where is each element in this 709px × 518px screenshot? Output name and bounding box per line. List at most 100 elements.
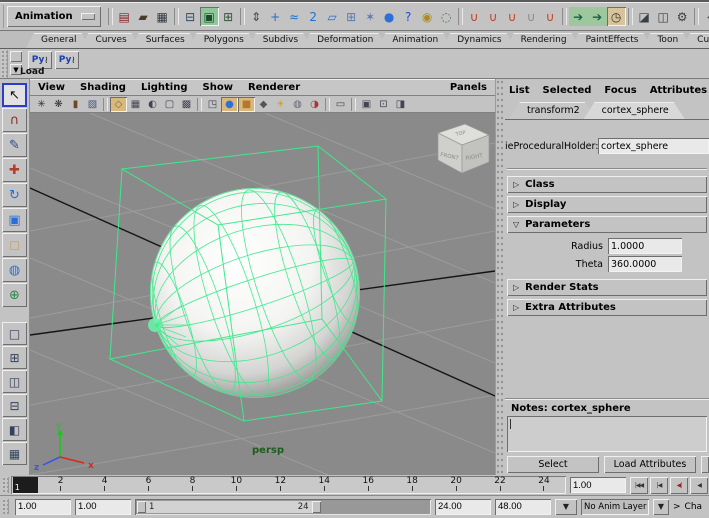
separator-handle[interactable]: [457, 8, 463, 25]
range-slider-bar[interactable]: 1 24: [137, 500, 321, 513]
anim-layer-dropdown-arrow[interactable]: ▼: [653, 498, 669, 515]
shelf-tab-painteffects[interactable]: PaintEffects: [571, 33, 652, 48]
construction-history-icon[interactable]: ◷: [606, 7, 626, 26]
current-time-field[interactable]: [570, 477, 626, 493]
range-start-handle[interactable]: [137, 500, 146, 513]
snap-to-points-icon[interactable]: ∪: [503, 7, 522, 26]
help-icon[interactable]: ?: [399, 7, 418, 26]
shelf-tab-curves[interactable]: Curves: [80, 33, 139, 48]
shelf-grip[interactable]: [1, 50, 8, 78]
universal-manipulator-tool[interactable]: ◻: [2, 233, 27, 257]
select-surfaces-mask-icon[interactable]: 2: [304, 7, 323, 26]
scale-tool[interactable]: ▣: [2, 208, 27, 232]
select-object-icon[interactable]: ▣: [199, 7, 219, 26]
go-to-start-button[interactable]: |◀◀: [630, 476, 648, 494]
three-pane-layout-button[interactable]: ◧: [2, 418, 27, 441]
material-icon[interactable]: ◆: [255, 97, 272, 112]
make-live-icon[interactable]: ∪: [541, 7, 560, 26]
lock-selection-icon[interactable]: ◉: [418, 7, 437, 26]
range-options-dropdown[interactable]: ▼: [555, 498, 577, 515]
separator-handle[interactable]: [351, 98, 356, 111]
stacked-layout-button[interactable]: ⊟: [2, 394, 27, 417]
select-curves-mask-icon[interactable]: ≈: [285, 7, 304, 26]
select-button[interactable]: Select: [507, 456, 599, 473]
timeline-ruler[interactable]: 1 2 4 6 8 10 12 14 16 18 20 22 24: [10, 476, 566, 494]
section-display[interactable]: ▷ Display: [507, 196, 707, 213]
step-back-key-button[interactable]: ◀|: [670, 476, 688, 494]
current-frame-indicator[interactable]: 1: [12, 477, 38, 493]
shelf-tab-deformation[interactable]: Deformation: [302, 33, 386, 48]
smooth-shade-icon[interactable]: ▦: [127, 97, 144, 112]
focus-menu[interactable]: Focus: [604, 85, 636, 96]
four-pane-layout-button[interactable]: ⊞: [2, 346, 27, 369]
shelf-tab-subdivs[interactable]: Subdivs: [248, 33, 311, 48]
select-camera-icon[interactable]: ✳: [33, 97, 50, 112]
new-scene-icon[interactable]: ▤: [115, 7, 134, 26]
section-render-stats[interactable]: ▷ Render Stats: [507, 279, 707, 296]
input-connections-icon[interactable]: ➔: [568, 7, 588, 26]
bounding-box-icon[interactable]: ▢: [161, 97, 178, 112]
separator-handle[interactable]: [693, 8, 699, 25]
shelf-tab-surfaces[interactable]: Surfaces: [131, 33, 198, 48]
wireframe-mode-icon[interactable]: ◇: [110, 97, 127, 112]
side-by-side-layout-button[interactable]: ◫: [2, 370, 27, 393]
play-backwards-button[interactable]: ◀: [690, 476, 708, 494]
separator-handle[interactable]: [197, 98, 202, 111]
isolate-select-icon[interactable]: ▭: [332, 97, 349, 112]
use-all-lights-icon[interactable]: ◳: [204, 97, 221, 112]
rangeslider-grip[interactable]: [2, 499, 9, 514]
animation-start-field[interactable]: [15, 498, 71, 515]
view-menu[interactable]: View: [38, 82, 65, 93]
resolution-gate-icon[interactable]: ▣: [358, 97, 375, 112]
range-end-handle[interactable]: [311, 500, 321, 513]
camera-attributes-icon[interactable]: ❋: [50, 97, 67, 112]
select-component-icon[interactable]: ⊞: [219, 7, 238, 26]
separator-handle[interactable]: [107, 8, 113, 25]
separator-handle[interactable]: [627, 8, 633, 25]
section-class[interactable]: ▷ Class: [507, 176, 707, 193]
radius-field[interactable]: [608, 238, 682, 254]
move-tool[interactable]: ✚: [2, 158, 27, 182]
load-attributes-button[interactable]: Load Attributes: [604, 456, 696, 473]
xray-icon[interactable]: ◍: [289, 97, 306, 112]
show-menu[interactable]: Show: [203, 82, 233, 93]
image-plane-icon[interactable]: ▧: [84, 97, 101, 112]
textured-mode-icon[interactable]: ▩: [178, 97, 195, 112]
film-gate-icon[interactable]: ◨: [392, 97, 409, 112]
ipr-render-icon[interactable]: ◫: [654, 7, 673, 26]
separator-handle[interactable]: [239, 8, 245, 25]
custom-layout-button[interactable]: ▦: [2, 442, 27, 465]
shelf-tab-custom[interactable]: Custom: [682, 33, 709, 48]
select-misc-mask-icon[interactable]: ✶: [361, 7, 380, 26]
anim-layer-dropdown[interactable]: No Anim Layer: [581, 498, 649, 515]
step-back-frame-button[interactable]: |◀: [650, 476, 668, 494]
shaded-sphere-icon[interactable]: ●: [221, 97, 238, 112]
gate-mask-icon[interactable]: ⊡: [375, 97, 392, 112]
shelf-tab-dynamics[interactable]: Dynamics: [442, 33, 514, 48]
shelf-tab-menu-button[interactable]: [10, 51, 22, 62]
separator-handle[interactable]: [325, 98, 330, 111]
shadows-icon[interactable]: ◑: [306, 97, 323, 112]
attributes-menu[interactable]: Attributes: [650, 85, 707, 96]
selected-menu[interactable]: Selected: [543, 85, 592, 96]
playback-start-field[interactable]: [75, 498, 131, 515]
light-icon[interactable]: ☀: [272, 97, 289, 112]
sidebar-toggle-icon[interactable]: ⌖: [701, 7, 709, 26]
snap-mode-dropdown-icon[interactable]: ⇕: [247, 7, 266, 26]
copy-tab-button-partial[interactable]: [701, 456, 709, 473]
select-rendering-mask-icon[interactable]: ●: [380, 7, 399, 26]
separator-handle[interactable]: [103, 98, 108, 111]
select-tool[interactable]: ↖: [2, 83, 27, 107]
highlight-selection-icon[interactable]: ◌: [437, 7, 456, 26]
timeslider-grip[interactable]: [2, 477, 9, 493]
shelf-tab-rendering[interactable]: Rendering: [506, 33, 580, 48]
rotate-tool[interactable]: ↻: [2, 183, 27, 207]
separator-handle[interactable]: [561, 8, 567, 25]
viewport-canvas[interactable]: TOP FRONT RIGHT y x z persp: [30, 113, 495, 475]
list-menu[interactable]: List: [509, 85, 530, 96]
section-extra-attributes[interactable]: ▷ Extra Attributes: [507, 299, 707, 316]
textured-cube-icon[interactable]: ■: [238, 97, 255, 112]
render-current-frame-icon[interactable]: ◪: [635, 7, 654, 26]
snap-to-planes-icon[interactable]: ∪: [522, 7, 541, 26]
open-scene-icon[interactable]: ▰: [134, 7, 153, 26]
